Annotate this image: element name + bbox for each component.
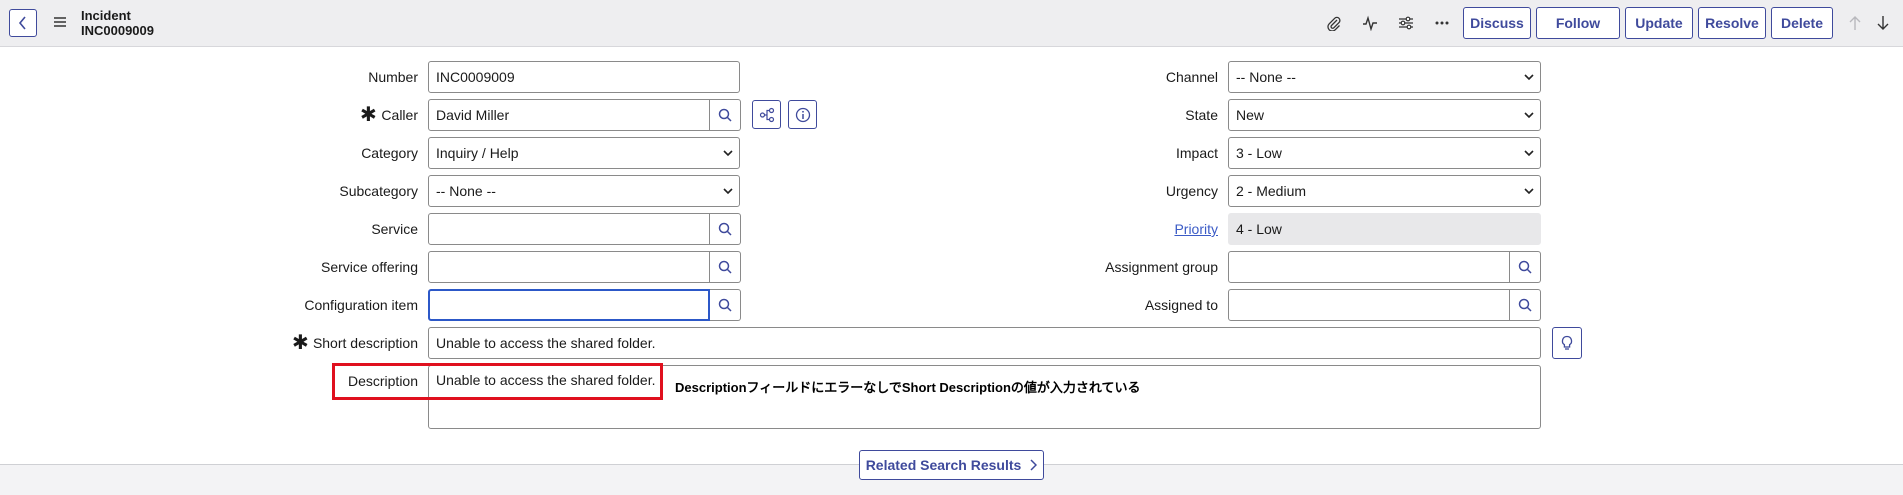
annotation-text: DescriptionフィールドにエラーなしでShort Description… [675,380,1141,395]
urgency-value: 2 - Medium [1236,183,1307,199]
search-icon [718,222,732,236]
back-button[interactable] [9,9,37,37]
subcategory-label: Subcategory [339,183,418,199]
category-select[interactable]: Inquiry / Help [428,137,740,169]
state-select[interactable]: New [1228,99,1541,131]
service-label: Service [371,221,418,237]
assignment-group-lookup-button[interactable] [1510,251,1541,283]
update-button[interactable]: Update [1625,7,1693,39]
configuration-item-input[interactable] [428,289,710,321]
configuration-item-lookup-button[interactable] [710,289,741,321]
form-header: Incident INC0009009 Discuss Follow Updat… [0,0,1903,47]
impact-select[interactable]: 3 - Low [1228,137,1541,169]
assigned-to-input[interactable] [1228,289,1510,321]
more-options-icon[interactable] [1432,13,1452,33]
caller-lookup-button[interactable] [710,99,741,131]
service-offering-lookup-button[interactable] [710,251,741,283]
caller-label: Caller [381,107,418,123]
configuration-item-label: Configuration item [304,297,418,313]
number-field[interactable]: INC0009009 [428,61,740,93]
category-label: Category [361,145,418,161]
activity-pulse-icon[interactable] [1360,13,1380,33]
short-description-input[interactable]: Unable to access the shared folder. [428,327,1541,359]
urgency-label: Urgency [1165,183,1218,199]
assigned-to-label: Assigned to [1144,297,1218,313]
dependency-map-button[interactable] [752,100,781,129]
service-offering-input[interactable] [428,251,710,283]
assignment-group-input[interactable] [1228,251,1510,283]
arrow-down-icon[interactable] [1873,13,1893,33]
chevron-left-icon [18,16,26,30]
short-description-label: Short description [312,335,418,351]
info-icon [795,107,810,122]
search-icon [718,108,732,122]
lightbulb-icon [1561,335,1573,350]
number-label: Number [368,69,418,85]
related-search-results-button[interactable]: Related Search Results [859,450,1044,480]
search-icon [1518,298,1532,312]
caller-info-button[interactable] [788,100,817,129]
chevron-down-icon [1524,74,1534,81]
form-title: Incident INC0009009 [81,8,154,38]
highlight-box [332,363,663,400]
service-input[interactable] [428,213,710,245]
chevron-down-icon [1524,150,1534,157]
settings-sliders-icon[interactable] [1396,13,1416,33]
priority-link[interactable]: Priority [1174,213,1218,245]
impact-label: Impact [1175,145,1218,161]
form-record-number: INC0009009 [81,23,154,38]
short-description-required-marker: ✱ [292,332,309,354]
resolve-button[interactable]: Resolve [1698,7,1766,39]
delete-button[interactable]: Delete [1771,7,1833,39]
state-value: New [1236,107,1265,123]
service-offering-label: Service offering [320,259,418,275]
arrow-up-icon[interactable] [1845,13,1865,33]
category-value: Inquiry / Help [436,145,519,161]
chevron-right-icon [1030,459,1038,471]
caller-required-marker: ✱ [360,104,377,126]
discuss-button[interactable]: Discuss [1463,7,1531,39]
chevron-down-icon [723,188,733,195]
channel-label: Channel [1165,69,1218,85]
service-lookup-button[interactable] [710,213,741,245]
subcategory-select[interactable]: -- None -- [428,175,740,207]
caller-input[interactable]: David Miller [428,99,710,131]
form-table-name: Incident [81,8,131,23]
assigned-to-lookup-button[interactable] [1510,289,1541,321]
search-icon [718,298,732,312]
paperclip-icon[interactable] [1324,13,1344,33]
chevron-down-icon [1524,188,1534,195]
search-icon [1518,260,1532,274]
assignment-group-label: Assignment group [1105,259,1218,275]
hamburger-menu-icon[interactable] [53,15,67,31]
urgency-select[interactable]: 2 - Medium [1228,175,1541,207]
related-search-results-label: Related Search Results [865,457,1022,473]
state-label: State [1185,107,1218,123]
chevron-down-icon [1524,112,1534,119]
follow-button[interactable]: Follow [1536,7,1620,39]
priority-field: 4 - Low [1228,213,1541,245]
channel-select[interactable]: -- None -- [1228,61,1541,93]
chevron-down-icon [723,150,733,157]
hierarchy-icon [759,107,774,122]
subcategory-value: -- None -- [436,183,496,199]
channel-value: -- None -- [1236,69,1296,85]
impact-value: 3 - Low [1236,145,1282,161]
search-icon [718,260,732,274]
suggestion-button[interactable] [1552,327,1582,359]
